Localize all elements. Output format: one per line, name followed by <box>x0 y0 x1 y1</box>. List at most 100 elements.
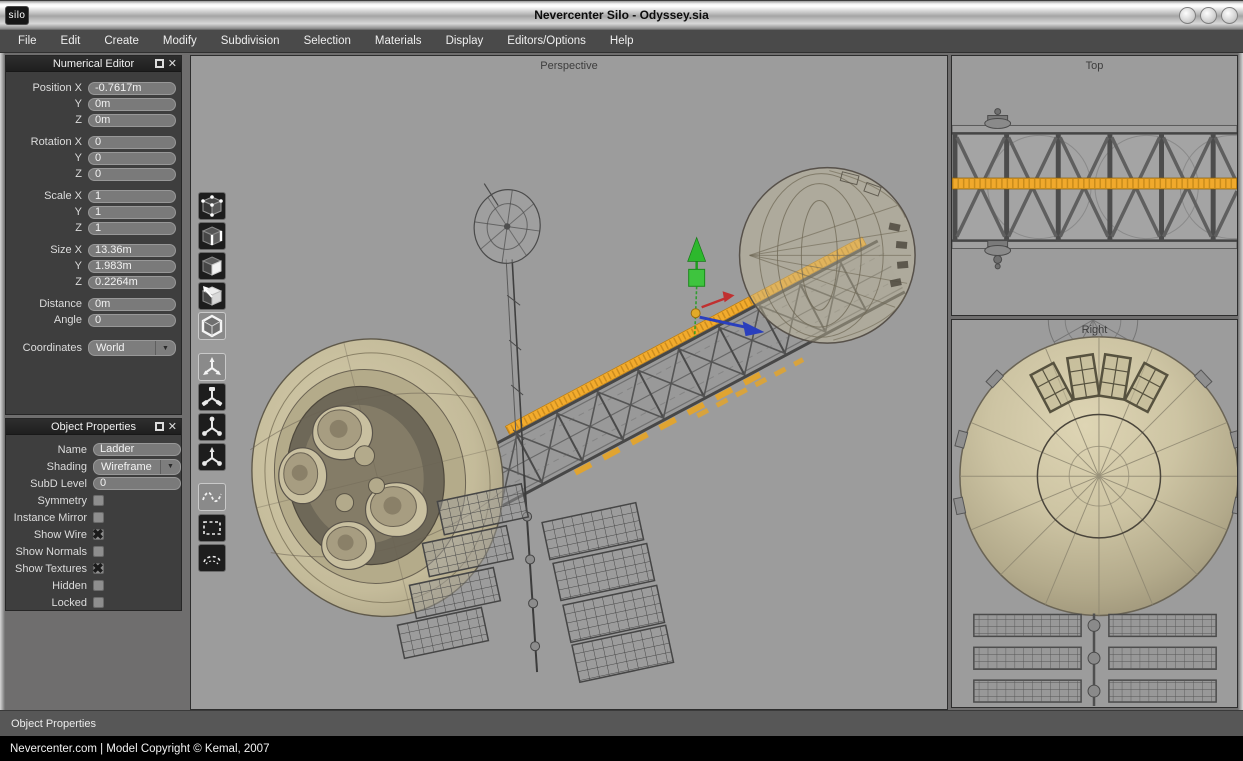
locked-checkbox[interactable] <box>93 597 104 608</box>
instance-mirror-checkbox[interactable] <box>93 512 104 523</box>
field-label: Show Normals <box>6 546 87 558</box>
angle-field[interactable]: 0 <box>88 314 176 327</box>
checkbox-row: Show Wire ✖ <box>6 526 181 543</box>
menu-item-edit[interactable]: Edit <box>49 30 93 52</box>
vertex-mode-icon <box>200 194 224 218</box>
face-mode-button[interactable] <box>198 252 226 280</box>
distance-field[interactable]: 0m <box>88 298 176 311</box>
checkbox-mark: ✖ <box>92 526 104 542</box>
object-properties-panel: Object Properties ✕ Name Ladder Shading … <box>5 418 182 611</box>
field-row: SubD Level 0 <box>6 475 181 492</box>
titlebar[interactable]: silo Nevercenter Silo - Odyssey.sia <box>0 0 1243 30</box>
panel-close-icon[interactable]: ✕ <box>168 421 177 433</box>
field-row: Y 1 <box>6 204 181 220</box>
field-label: Hidden <box>6 580 87 592</box>
element-mode-button[interactable] <box>198 282 226 310</box>
field-label: Instance Mirror <box>6 512 87 524</box>
window-right-edge <box>1238 53 1243 710</box>
status-bar: Object Properties <box>0 710 1243 736</box>
rotate-tool-icon <box>200 385 224 409</box>
field-label: Z <box>6 114 82 126</box>
soft-select-icon <box>200 546 224 570</box>
field-row: Coordinates World ▼ <box>6 340 181 356</box>
field-row: Distance 0m <box>6 296 181 312</box>
hidden-checkbox[interactable] <box>93 580 104 591</box>
move-tool-button[interactable] <box>198 353 226 381</box>
soft-select-button[interactable] <box>198 544 226 572</box>
panel-title: Numerical Editor <box>53 58 134 70</box>
paint-select-icon <box>200 485 224 509</box>
scale-z-field[interactable]: 1 <box>88 222 176 235</box>
menu-item-subdivision[interactable]: Subdivision <box>209 30 292 52</box>
coordinates-dropdown[interactable]: World ▼ <box>88 340 176 356</box>
marquee-select-button[interactable] <box>198 514 226 542</box>
rotation-y-field[interactable]: 0 <box>88 152 176 165</box>
ladder-top-view <box>952 178 1237 189</box>
show-textures-checkbox[interactable]: ✖ <box>93 563 104 574</box>
checkbox-row: Locked <box>6 594 181 611</box>
symmetry-checkbox[interactable] <box>93 495 104 506</box>
field-label: Symmetry <box>6 495 87 507</box>
menu-item-modify[interactable]: Modify <box>151 30 209 52</box>
position-x-field[interactable]: -0.7617m <box>88 82 176 95</box>
field-row: Z 1 <box>6 220 181 236</box>
menu-item-create[interactable]: Create <box>92 30 151 52</box>
show-normals-checkbox[interactable] <box>93 546 104 557</box>
viewport-right[interactable]: Right <box>951 319 1238 708</box>
rotate-tool-button[interactable] <box>198 383 226 411</box>
field-label: Y <box>6 206 82 218</box>
edge-mode-button[interactable] <box>198 222 226 250</box>
menu-item-selection[interactable]: Selection <box>292 30 363 52</box>
size-y-field[interactable]: 1.983m <box>88 260 176 273</box>
menu-item-editors-options[interactable]: Editors/Options <box>495 30 598 52</box>
field-label: Y <box>6 260 82 272</box>
scale-tool-button[interactable] <box>198 413 226 441</box>
vertex-mode-button[interactable] <box>198 192 226 220</box>
field-row: Y 0m <box>6 96 181 112</box>
numerical-editor-header[interactable]: Numerical Editor ✕ <box>6 56 181 72</box>
size-z-field[interactable]: 0.2264m <box>88 276 176 289</box>
field-row: Angle 0 <box>6 312 181 328</box>
universal-manipulator-button[interactable] <box>198 443 226 471</box>
perspective-scene <box>191 56 947 709</box>
field-label: Z <box>6 276 82 288</box>
face-mode-icon <box>200 254 224 278</box>
window-close-button[interactable] <box>1221 7 1238 24</box>
panel-close-icon[interactable]: ✕ <box>168 58 177 70</box>
solar-array-right-view <box>974 613 1216 706</box>
menu-item-help[interactable]: Help <box>598 30 646 52</box>
menu-bar: File Edit Create Modify Subdivision Sele… <box>0 30 1243 53</box>
window-maximize-button[interactable] <box>1200 7 1217 24</box>
size-x-field[interactable]: 13.36m <box>88 244 176 257</box>
object-mode-button[interactable] <box>198 312 226 340</box>
scale-x-field[interactable]: 1 <box>88 190 176 203</box>
field-label: Angle <box>6 314 82 326</box>
field-label: Size X <box>6 244 82 256</box>
menu-item-file[interactable]: File <box>6 30 49 52</box>
panel-detach-icon[interactable] <box>155 422 164 431</box>
field-label: Rotation X <box>6 136 82 148</box>
menu-item-materials[interactable]: Materials <box>363 30 434 52</box>
field-label: Shading <box>6 461 87 473</box>
numerical-editor-body: Position X -0.7617m Y 0m Z 0m Rotation X… <box>6 72 181 356</box>
show-wire-checkbox[interactable]: ✖ <box>93 529 104 540</box>
field-label: Position X <box>6 82 82 94</box>
shading-dropdown[interactable]: Wireframe ▼ <box>93 459 181 475</box>
viewport-perspective[interactable]: Perspective <box>190 55 948 710</box>
rotation-z-field[interactable]: 0 <box>88 168 176 181</box>
object-properties-header[interactable]: Object Properties ✕ <box>6 419 181 435</box>
scale-y-field[interactable]: 1 <box>88 206 176 219</box>
rotation-x-field[interactable]: 0 <box>88 136 176 149</box>
name-field[interactable]: Ladder <box>93 443 181 456</box>
menu-item-display[interactable]: Display <box>434 30 496 52</box>
field-label: Coordinates <box>6 342 82 354</box>
viewport-top[interactable]: Top <box>951 55 1238 316</box>
position-y-field[interactable]: 0m <box>88 98 176 111</box>
checkbox-row: Show Textures ✖ <box>6 560 181 577</box>
panel-detach-icon[interactable] <box>155 59 164 68</box>
universal-manipulator-icon <box>200 445 224 469</box>
window-minimize-button[interactable] <box>1179 7 1196 24</box>
paint-select-button[interactable] <box>198 483 226 511</box>
subd-level-field[interactable]: 0 <box>93 477 181 490</box>
position-z-field[interactable]: 0m <box>88 114 176 127</box>
